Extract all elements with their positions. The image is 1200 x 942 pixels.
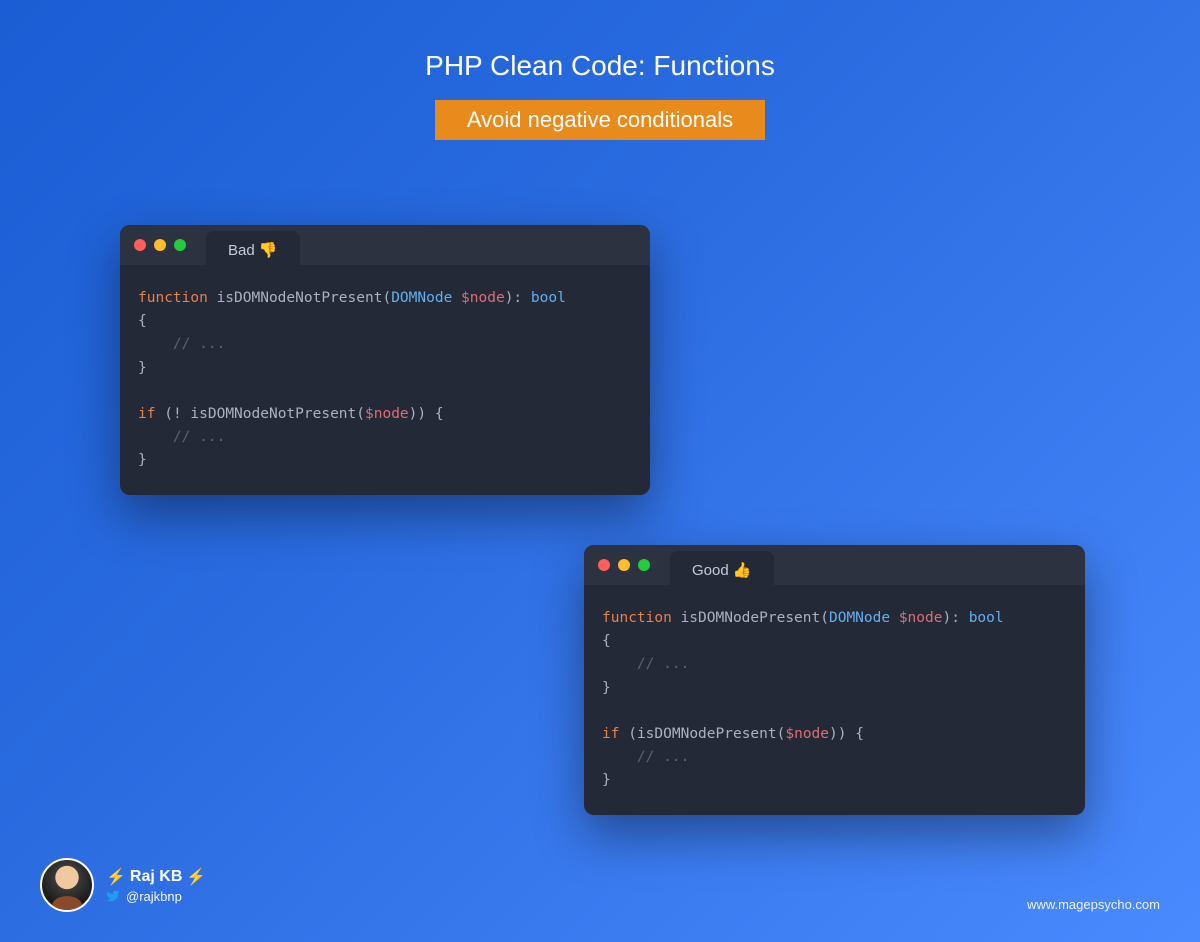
paren: ( xyxy=(820,610,829,626)
param-type: DOMNode xyxy=(829,610,890,626)
comment: // ... xyxy=(602,656,689,672)
code-body-bad: function isDOMNodeNotPresent(DOMNode $no… xyxy=(120,265,650,495)
subtitle-badge: Avoid negative conditionals xyxy=(435,100,765,140)
close-icon xyxy=(598,559,610,571)
paren: ) xyxy=(942,610,951,626)
paren: ) xyxy=(417,406,434,422)
minimize-icon xyxy=(154,239,166,251)
paren: ( xyxy=(382,290,391,306)
return-type: bool xyxy=(531,290,566,306)
brace: } xyxy=(602,680,611,696)
author-handle: @rajkbnp xyxy=(126,889,182,904)
param-type: DOMNode xyxy=(391,290,452,306)
maximize-icon xyxy=(174,239,186,251)
brace: { xyxy=(602,633,611,649)
tab-good: Good 👍 xyxy=(670,551,774,589)
header: PHP Clean Code: Functions Avoid negative… xyxy=(0,0,1200,140)
brace: { xyxy=(855,726,864,742)
comment: // ... xyxy=(138,429,225,445)
paren: ) xyxy=(838,726,855,742)
comment: // ... xyxy=(602,749,689,765)
paren: ( xyxy=(619,726,636,742)
brace: } xyxy=(602,772,611,788)
brace: } xyxy=(138,360,147,376)
keyword-if: if xyxy=(138,406,155,422)
keyword-if: if xyxy=(602,726,619,742)
not-operator: ! xyxy=(173,406,190,422)
titlebar: Bad 👎 xyxy=(120,225,650,265)
comment: // ... xyxy=(138,336,225,352)
call-arg: $node xyxy=(785,726,829,742)
paren: ( xyxy=(155,406,172,422)
keyword-function: function xyxy=(138,290,208,306)
minimize-icon xyxy=(618,559,630,571)
lightning-icon: ⚡ xyxy=(106,867,126,887)
author-block: ⚡ Raj KB ⚡ @rajkbnp xyxy=(40,858,206,912)
window-controls xyxy=(598,559,650,571)
code-window-bad: Bad 👎 function isDOMNodeNotPresent(DOMNo… xyxy=(120,225,650,495)
param-name: $node xyxy=(452,290,504,306)
lightning-icon: ⚡ xyxy=(186,867,206,887)
footer: ⚡ Raj KB ⚡ @rajkbnp www.magepsycho.com xyxy=(40,858,1160,912)
page-title: PHP Clean Code: Functions xyxy=(0,50,1200,82)
param-name: $node xyxy=(890,610,942,626)
return-type: bool xyxy=(969,610,1004,626)
keyword-function: function xyxy=(602,610,672,626)
code-body-good: function isDOMNodePresent(DOMNode $node)… xyxy=(584,585,1085,815)
twitter-icon xyxy=(106,889,120,903)
call-arg: $node xyxy=(365,406,409,422)
brace: } xyxy=(138,452,147,468)
window-controls xyxy=(134,239,186,251)
paren: ( xyxy=(356,406,365,422)
colon: : xyxy=(513,290,530,306)
author-text: ⚡ Raj KB ⚡ @rajkbnp xyxy=(106,867,206,904)
titlebar: Good 👍 xyxy=(584,545,1085,585)
paren: ) xyxy=(829,726,838,742)
code-window-good: Good 👍 function isDOMNodePresent(DOMNode… xyxy=(584,545,1085,815)
brace: { xyxy=(435,406,444,422)
website-link: www.magepsycho.com xyxy=(1027,897,1160,912)
maximize-icon xyxy=(638,559,650,571)
close-icon xyxy=(134,239,146,251)
function-name: isDOMNodeNotPresent xyxy=(208,290,383,306)
function-name: isDOMNodePresent xyxy=(672,610,820,626)
brace: { xyxy=(138,313,147,329)
call-fn: isDOMNodePresent xyxy=(637,726,777,742)
avatar xyxy=(40,858,94,912)
author-name: Raj KB xyxy=(130,868,182,886)
colon: : xyxy=(951,610,968,626)
author-name-line: ⚡ Raj KB ⚡ xyxy=(106,867,206,887)
tab-bad: Bad 👎 xyxy=(206,231,300,269)
author-handle-line: @rajkbnp xyxy=(106,889,206,904)
call-fn: isDOMNodeNotPresent xyxy=(190,406,356,422)
